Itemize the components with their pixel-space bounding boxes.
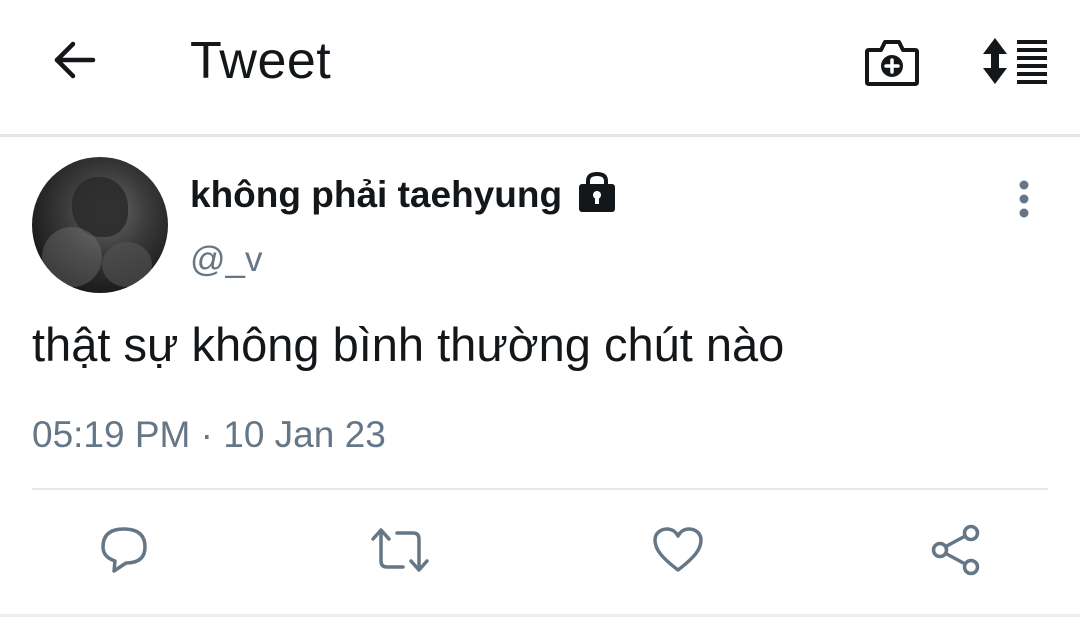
tweet-timestamp: 05:19 PM · 10 Jan 23 [32,414,386,455]
retweet-icon [369,525,431,580]
heart-icon [651,525,705,580]
back-button[interactable] [44,36,104,88]
camera-button[interactable] [858,32,926,94]
top-app-bar: Tweet [0,0,1080,134]
retweet-button[interactable] [370,524,430,580]
bottom-divider [0,614,1080,617]
tweet-text: thật sự không bình thường chút nào [32,318,785,371]
more-options-button[interactable] [1004,178,1044,224]
camera-plus-icon [863,34,921,93]
actions-divider [32,488,1048,490]
lock-icon [577,171,617,214]
header-divider [0,134,1080,137]
avatar[interactable] [32,157,168,293]
more-vertical-icon [1018,179,1030,224]
arrow-left-icon [51,40,97,85]
share-icon [929,524,983,581]
display-name[interactable]: không phải taehyung [190,172,562,218]
reply-icon [98,525,150,580]
sort-button[interactable] [978,32,1054,94]
like-button[interactable] [648,524,708,580]
page-title: Tweet [190,32,332,90]
tweet-detail-screen: Tweet không phải taehyung @_v thật sự kh… [0,0,1080,624]
user-handle[interactable]: @_v [190,238,263,282]
sort-list-icon [981,34,1051,93]
reply-button[interactable] [94,524,154,580]
share-button[interactable] [926,524,986,580]
